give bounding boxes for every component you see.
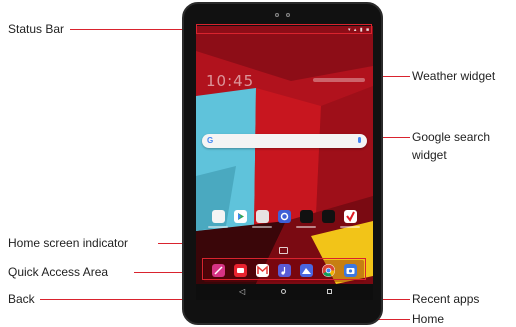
back-callout: Back — [8, 292, 35, 306]
google-search-widget-callout-line1: Google search — [412, 130, 491, 144]
home-screen-indicator-callout: Home screen indicator — [8, 236, 129, 250]
google-search-widget-callout-line2: widget — [412, 148, 447, 162]
app-label — [340, 226, 360, 228]
recent-apps-callout: Recent apps — [412, 292, 480, 306]
play-store-icon[interactable] — [234, 210, 247, 223]
apps-icon[interactable] — [212, 210, 225, 223]
front-camera-icon — [275, 13, 279, 17]
quick-access-area-callout: Quick Access Area — [8, 265, 109, 279]
weather-widget-callout: Weather widget — [412, 69, 496, 83]
clock-widget[interactable]: 10:45 — [206, 72, 254, 90]
home-screen-indicator[interactable] — [279, 247, 288, 254]
settings-icon[interactable] — [278, 210, 291, 223]
google-logo-icon: G — [207, 136, 214, 145]
app-label — [296, 226, 316, 228]
status-bar-highlight — [196, 24, 372, 34]
status-bar-callout: Status Bar — [8, 22, 65, 36]
sensor-icon — [286, 13, 290, 17]
weather-widget[interactable] — [313, 78, 365, 82]
navigation-bar: ◁ — [196, 284, 373, 300]
safe-icon[interactable] — [322, 210, 335, 223]
microphone-icon[interactable] — [358, 137, 361, 143]
app-label — [208, 226, 228, 228]
verizon-icon[interactable] — [344, 210, 357, 223]
quick-access-highlight — [202, 258, 366, 280]
recent-apps-icon[interactable] — [327, 289, 332, 294]
cloud-icon[interactable] — [300, 210, 313, 223]
google-search-widget[interactable]: G — [202, 134, 367, 148]
home-callout: Home — [412, 312, 445, 326]
home-icon[interactable] — [281, 289, 286, 294]
app-label — [252, 226, 272, 228]
back-icon[interactable]: ◁ — [239, 287, 245, 296]
status-bar-leader — [70, 29, 198, 30]
gallery-icon[interactable] — [256, 210, 269, 223]
